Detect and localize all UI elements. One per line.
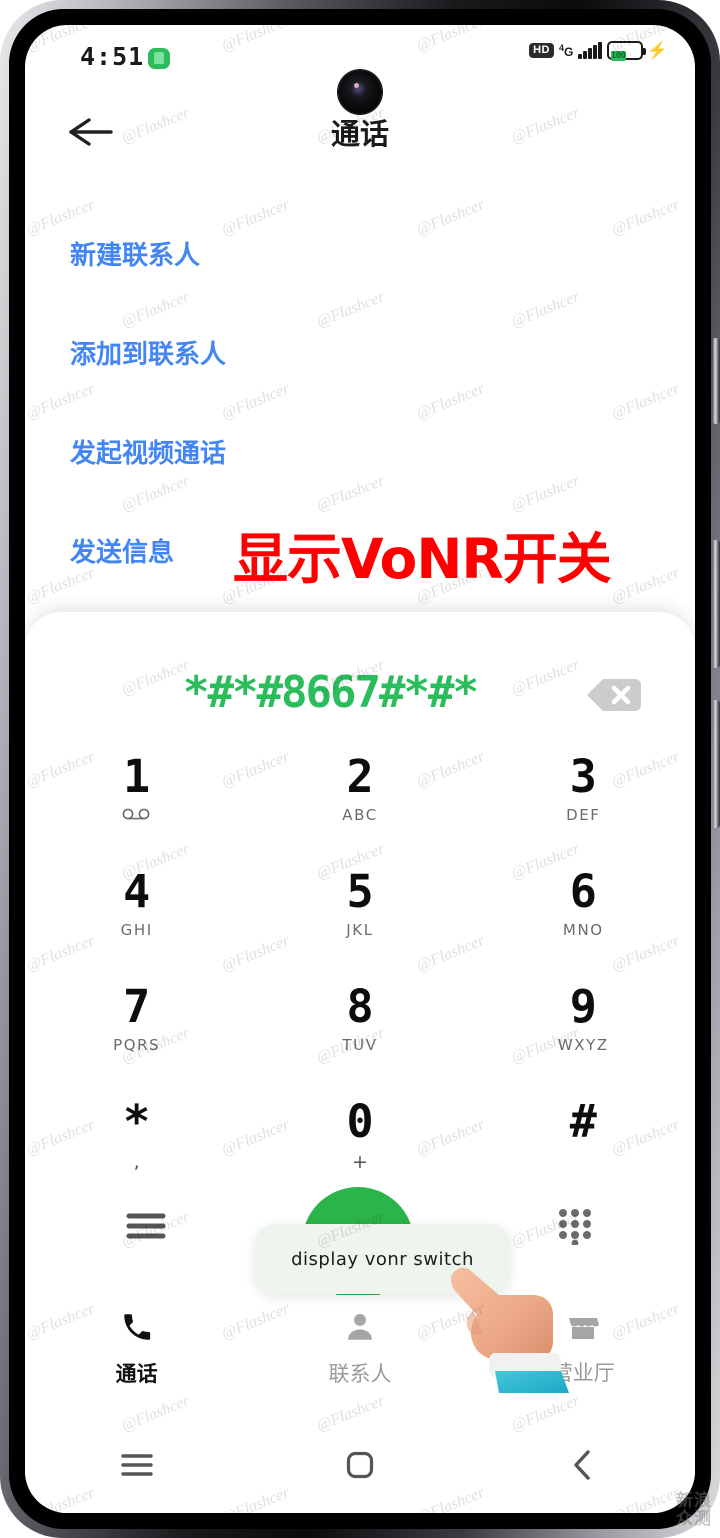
key-9[interactable]: 9 WXYZ bbox=[472, 982, 695, 1081]
recents-icon[interactable] bbox=[25, 1417, 248, 1513]
charging-bolt-icon: ⚡ bbox=[646, 41, 668, 60]
dial-display-row: *#*#8667#*#* bbox=[25, 667, 695, 729]
key-5-letters: JKL bbox=[346, 921, 374, 939]
pointing-hand-icon bbox=[437, 1253, 587, 1393]
action-link-send-message[interactable]: 发送信息 bbox=[70, 532, 226, 569]
watermark-text: @Flashcer bbox=[509, 472, 582, 515]
key-2[interactable]: 2 ABC bbox=[248, 752, 471, 851]
key-9-digit: 9 bbox=[569, 980, 597, 1033]
watermark-text: @Flashcer bbox=[219, 380, 292, 423]
nav-tab-calls-label: 通话 bbox=[115, 1362, 158, 1386]
phone-screen: 4:51 HD 4G 100 ⚡ 通话 新建联系人 添加到联系人 发起视频通话 … bbox=[25, 25, 695, 1513]
key-5-digit: 5 bbox=[346, 865, 374, 918]
corner-logo-line1: 新浪 bbox=[676, 1491, 712, 1511]
side-button-power[interactable] bbox=[713, 700, 720, 828]
key-5[interactable]: 5 JKL bbox=[248, 867, 471, 966]
key-6-digit: 6 bbox=[569, 865, 597, 918]
watermark-text: @Flashcer bbox=[414, 380, 487, 423]
watermark-text: @Flashcer bbox=[414, 196, 487, 239]
keypad-grid: 1 2 ABC 3 DEF 4 GHI 5 JKL 6 MNO 7 PQRS 8… bbox=[25, 752, 695, 1196]
back-icon[interactable] bbox=[472, 1417, 695, 1513]
phone-hardware-frame: 4:51 HD 4G 100 ⚡ 通话 新建联系人 添加到联系人 发起视频通话 … bbox=[0, 0, 720, 1538]
watermark-text: @Flashcer bbox=[609, 196, 682, 239]
nav-tab-contacts-label: 联系人 bbox=[328, 1362, 392, 1386]
side-button-volume[interactable] bbox=[713, 540, 720, 668]
corner-logo-watermark: 新浪 众测 bbox=[676, 1492, 712, 1528]
key-4[interactable]: 4 GHI bbox=[25, 867, 248, 966]
dialpad-dots-icon[interactable] bbox=[555, 1207, 595, 1250]
voicemail-icon bbox=[120, 808, 154, 827]
key-8-letters: TUV bbox=[342, 1036, 378, 1054]
key-8[interactable]: 8 TUV bbox=[248, 982, 471, 1081]
action-link-add-to-contact[interactable]: 添加到联系人 bbox=[70, 334, 226, 371]
person-icon bbox=[343, 1310, 377, 1349]
key-0-digit: 0 bbox=[346, 1095, 374, 1148]
hamburger-menu-icon[interactable] bbox=[125, 1209, 167, 1248]
key-3-letters: DEF bbox=[566, 806, 601, 824]
key-3-digit: 3 bbox=[569, 750, 597, 803]
nav-tab-calls[interactable]: 通话 bbox=[25, 1295, 248, 1403]
watermark-text: @Flashcer bbox=[509, 288, 582, 331]
key-7-digit: 7 bbox=[123, 980, 151, 1033]
watermark-text: @Flashcer bbox=[609, 564, 682, 607]
key-4-digit: 4 bbox=[123, 865, 151, 918]
key-2-letters: ABC bbox=[342, 806, 378, 824]
backspace-icon[interactable] bbox=[583, 675, 643, 715]
key-6[interactable]: 6 MNO bbox=[472, 867, 695, 966]
page-title: 通话 bbox=[330, 117, 389, 151]
phone-icon bbox=[120, 1310, 154, 1349]
watermark-text: @Flashcer bbox=[609, 380, 682, 423]
home-icon[interactable] bbox=[248, 1417, 471, 1513]
key-1-digit: 1 bbox=[123, 750, 151, 803]
key-star-digit: * bbox=[123, 1095, 151, 1148]
shield-dot-icon bbox=[148, 48, 170, 69]
watermark-text: @Flashcer bbox=[25, 196, 97, 239]
key-2-digit: 2 bbox=[346, 750, 374, 803]
key-8-digit: 8 bbox=[346, 980, 374, 1033]
bottom-nav-bar: 通话 联系人 营业厅 bbox=[25, 1295, 695, 1403]
red-annotation-text: 显示VoNR开关 bbox=[233, 527, 612, 591]
battery-icon: 100 bbox=[606, 41, 646, 61]
battery-level-label: 100 bbox=[610, 51, 626, 61]
action-link-new-contact[interactable]: 新建联系人 bbox=[70, 235, 226, 272]
hd-badge: HD bbox=[529, 43, 554, 58]
watermark-text: @Flashcer bbox=[219, 196, 292, 239]
corner-logo-line2: 众测 bbox=[676, 1509, 712, 1529]
network-type-suffix: G bbox=[563, 44, 574, 59]
key-9-letters: WXYZ bbox=[557, 1036, 609, 1054]
android-navigation-bar bbox=[25, 1417, 695, 1513]
key-3[interactable]: 3 DEF bbox=[472, 752, 695, 851]
watermark-text: @Flashcer bbox=[314, 472, 387, 515]
watermark-text: @Flashcer bbox=[314, 288, 387, 331]
key-hash-digit: # bbox=[569, 1095, 597, 1148]
action-links-list: 新建联系人 添加到联系人 发起视频通话 发送信息 bbox=[70, 235, 226, 631]
signal-bars-icon bbox=[578, 42, 602, 59]
key-1[interactable]: 1 bbox=[25, 752, 248, 851]
front-camera-punch-hole bbox=[338, 70, 382, 114]
status-clock: 4:51 bbox=[80, 42, 145, 71]
dialpad-panel: *#*#8667#*#* 1 2 ABC 3 DEF 4 GHI 5 JKL 6… bbox=[25, 612, 695, 1325]
network-type-label: 4G bbox=[559, 43, 573, 59]
key-7[interactable]: 7 PQRS bbox=[25, 982, 248, 1081]
key-4-letters: GHI bbox=[120, 921, 153, 939]
key-6-letters: MNO bbox=[562, 921, 604, 939]
key-7-letters: PQRS bbox=[113, 1036, 161, 1054]
side-button-mute[interactable] bbox=[713, 338, 720, 424]
status-bar-right-group: HD 4G 100 ⚡ bbox=[529, 41, 668, 61]
action-link-video-call[interactable]: 发起视频通话 bbox=[70, 433, 226, 470]
